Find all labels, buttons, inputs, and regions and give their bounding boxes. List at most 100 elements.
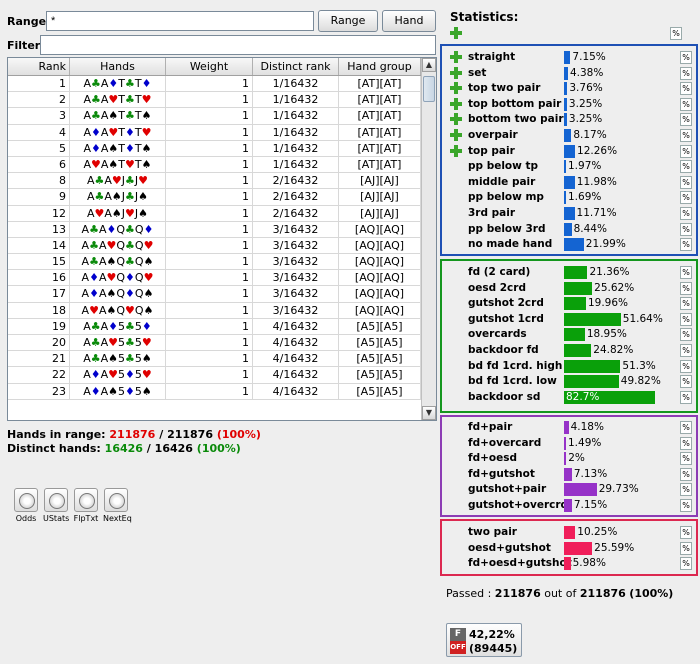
stat-percent-button[interactable]: % [680, 483, 692, 497]
stat-percent-button[interactable]: % [680, 66, 692, 80]
stat-row[interactable]: top pair 12.26%% [442, 144, 696, 160]
table-row[interactable]: 20 A♣A♥5♣5♥ 1 4/16432 [A5][A5] [8, 335, 436, 352]
stat-percent-button[interactable]: % [680, 97, 692, 111]
expand-plus-icon[interactable] [450, 128, 462, 141]
stat-row[interactable]: fd+overcard 1.49%% [442, 436, 696, 452]
stat-row[interactable]: gutshot+overcrd 7.15%% [442, 498, 696, 514]
stat-percent-button[interactable]: % [680, 390, 692, 404]
stat-row[interactable]: gutshot 2crd 19.96%% [442, 296, 696, 312]
stat-row[interactable]: no made hand 21.99%% [442, 237, 696, 253]
stat-row[interactable]: gutshot+pair 29.73%% [442, 482, 696, 498]
table-row[interactable]: 14 A♣A♥Q♣Q♥ 1 3/16432 [AQ][AQ] [8, 237, 436, 255]
stat-percent-button[interactable]: % [680, 206, 692, 220]
stat-row[interactable]: oesd+gutshot 25.59%% [442, 541, 696, 557]
range-button[interactable]: Range [318, 10, 378, 32]
stat-row[interactable]: 3rd pair 11.71%% [442, 206, 696, 222]
stat-percent-button[interactable]: % [680, 498, 692, 512]
table-row[interactable]: 8 A♣A♥J♣J♥ 1 2/16432 [AJ][AJ] [8, 173, 436, 190]
table-row[interactable]: 1 A♣A♦T♣T♦ 1 1/16432 [AT][AT] [8, 76, 436, 93]
stat-percent-button[interactable]: % [680, 175, 692, 189]
stat-row[interactable]: fd (2 card) 21.36%% [442, 265, 696, 281]
stat-percent-button[interactable]: % [680, 557, 692, 571]
stat-row[interactable]: bd fd 1crd. low 49.82%% [442, 374, 696, 390]
table-row[interactable]: 3 A♣A♠T♣T♠ 1 1/16432 [AT][AT] [8, 108, 436, 125]
stat-percent-button[interactable]: % [680, 375, 692, 389]
stat-percent-button[interactable]: % [680, 191, 692, 205]
stat-row[interactable]: pp below tp 1.97%% [442, 159, 696, 175]
table-row[interactable]: 6 A♥A♠T♥T♠ 1 1/16432 [AT][AT] [8, 156, 436, 174]
stat-row[interactable]: backdoor fd 24.82%% [442, 343, 696, 359]
stat-row[interactable]: gutshot 1crd 51.64%% [442, 312, 696, 328]
range-input[interactable] [46, 11, 314, 31]
column-header-distinct-rank[interactable]: Distinct rank [253, 58, 339, 75]
stat-percent-button[interactable]: % [680, 526, 692, 539]
table-scrollbar[interactable]: ▲ ▼ [421, 58, 436, 420]
stat-row[interactable]: oesd 2crd 25.62%% [442, 281, 696, 297]
stat-row[interactable]: set 4.38%% [442, 66, 696, 82]
column-header-hand-group[interactable]: Hand group [339, 58, 421, 75]
stat-row[interactable]: bd fd 1crd. high 51.3%% [442, 359, 696, 375]
table-row[interactable]: 17 A♦A♠Q♦Q♠ 1 3/16432 [AQ][AQ] [8, 286, 436, 303]
table-row[interactable]: 4 A♦A♥T♦T♥ 1 1/16432 [AT][AT] [8, 124, 436, 141]
odds-tool-button[interactable]: Odds [13, 488, 39, 523]
hands-table[interactable]: Rank Hands Weight Distinct rank Hand gro… [7, 57, 437, 421]
stat-percent-button[interactable]: % [680, 222, 692, 236]
expand-plus-icon[interactable] [450, 51, 462, 63]
stat-row[interactable]: overcards 18.95%% [442, 327, 696, 343]
stat-percent-button[interactable]: % [680, 452, 692, 466]
stat-row[interactable]: fd+pair 4.18%% [442, 420, 696, 436]
stat-percent-button[interactable]: % [680, 51, 692, 64]
table-row[interactable]: 21 A♣A♠5♣5♠ 1 4/16432 [A5][A5] [8, 351, 436, 368]
scroll-down-button[interactable]: ▼ [422, 406, 436, 420]
table-row[interactable]: 2 A♣A♥T♣T♥ 1 1/16432 [AT][AT] [8, 92, 436, 109]
stat-row[interactable]: fd+oesd+gutshot 5.98%% [442, 556, 696, 572]
table-row[interactable]: 16 A♦A♥Q♦Q♥ 1 3/16432 [AQ][AQ] [8, 270, 436, 287]
stat-percent-button[interactable]: % [680, 82, 692, 96]
equity-button[interactable]: F OFF 42,22% (89445) [446, 623, 522, 657]
stat-percent-button[interactable]: % [680, 312, 692, 326]
stat-percent-button[interactable]: % [680, 160, 692, 174]
add-stat-button[interactable] [449, 26, 463, 40]
stat-row[interactable]: bottom two pair 3.25%% [442, 112, 696, 128]
stat-row[interactable]: backdoor sd 82.7%% [442, 390, 696, 406]
table-row[interactable]: 19 A♣A♦5♣5♦ 1 4/16432 [A5][A5] [8, 318, 436, 335]
stat-row[interactable]: fd+gutshot 7.13%% [442, 467, 696, 483]
filter-input[interactable] [40, 35, 436, 55]
stat-row[interactable]: top two pair 3.76%% [442, 81, 696, 97]
stat-percent-button[interactable]: % [680, 266, 692, 279]
table-row[interactable]: 22 A♦A♥5♦5♥ 1 4/16432 [A5][A5] [8, 367, 436, 384]
table-row[interactable]: 18 A♥A♠Q♥Q♠ 1 3/16432 [AQ][AQ] [8, 302, 436, 319]
stat-percent-button[interactable]: % [680, 128, 692, 142]
stat-percent-button[interactable]: % [680, 343, 692, 357]
column-header-weight[interactable]: Weight [166, 58, 253, 75]
stat-percent-button[interactable]: % [680, 328, 692, 342]
stat-percent-button[interactable]: % [680, 541, 692, 555]
scroll-up-button[interactable]: ▲ [422, 58, 436, 72]
stat-row[interactable]: overpair 8.17%% [442, 128, 696, 144]
stat-percent-button[interactable]: % [680, 144, 692, 158]
stat-percent-button[interactable]: % [680, 467, 692, 481]
table-row[interactable]: 15 A♣A♠Q♣Q♠ 1 3/16432 [AQ][AQ] [8, 254, 436, 271]
table-row[interactable]: 9 A♣A♠J♣J♠ 1 2/16432 [AJ][AJ] [8, 189, 436, 206]
stat-percent-button[interactable]: % [680, 297, 692, 311]
stat-percent-button[interactable]: % [680, 436, 692, 450]
ustats-tool-button[interactable]: UStats [43, 488, 69, 523]
nexteq-tool-button[interactable]: NextEq [103, 488, 132, 523]
expand-plus-icon[interactable] [450, 82, 462, 95]
flptxt-tool-button[interactable]: FlpTxt [73, 488, 99, 523]
stat-percent-button[interactable]: % [680, 359, 692, 373]
stat-row[interactable]: top bottom pair 3.25%% [442, 97, 696, 113]
stat-row[interactable]: pp below mp 1.69%% [442, 190, 696, 206]
table-row[interactable]: 23 A♦A♠5♦5♠ 1 4/16432 [A5][A5] [8, 383, 436, 400]
expand-plus-icon[interactable] [450, 97, 462, 110]
stat-row[interactable]: pp below 3rd 8.44%% [442, 222, 696, 238]
stat-row[interactable]: fd+oesd 2%% [442, 451, 696, 467]
column-header-hands[interactable]: Hands [70, 58, 166, 75]
table-row[interactable]: 5 A♦A♠T♦T♠ 1 1/16432 [AT][AT] [8, 140, 436, 157]
table-row[interactable]: 12 A♥A♠J♥J♠ 1 2/16432 [AJ][AJ] [8, 205, 436, 222]
column-header-rank[interactable]: Rank [8, 58, 70, 75]
scroll-thumb[interactable] [423, 76, 435, 102]
stat-row[interactable]: straight 7.15%% [442, 50, 696, 66]
table-row[interactable]: 13 A♣A♦Q♣Q♦ 1 3/16432 [AQ][AQ] [8, 221, 436, 238]
stat-percent-button[interactable]: % [680, 421, 692, 434]
